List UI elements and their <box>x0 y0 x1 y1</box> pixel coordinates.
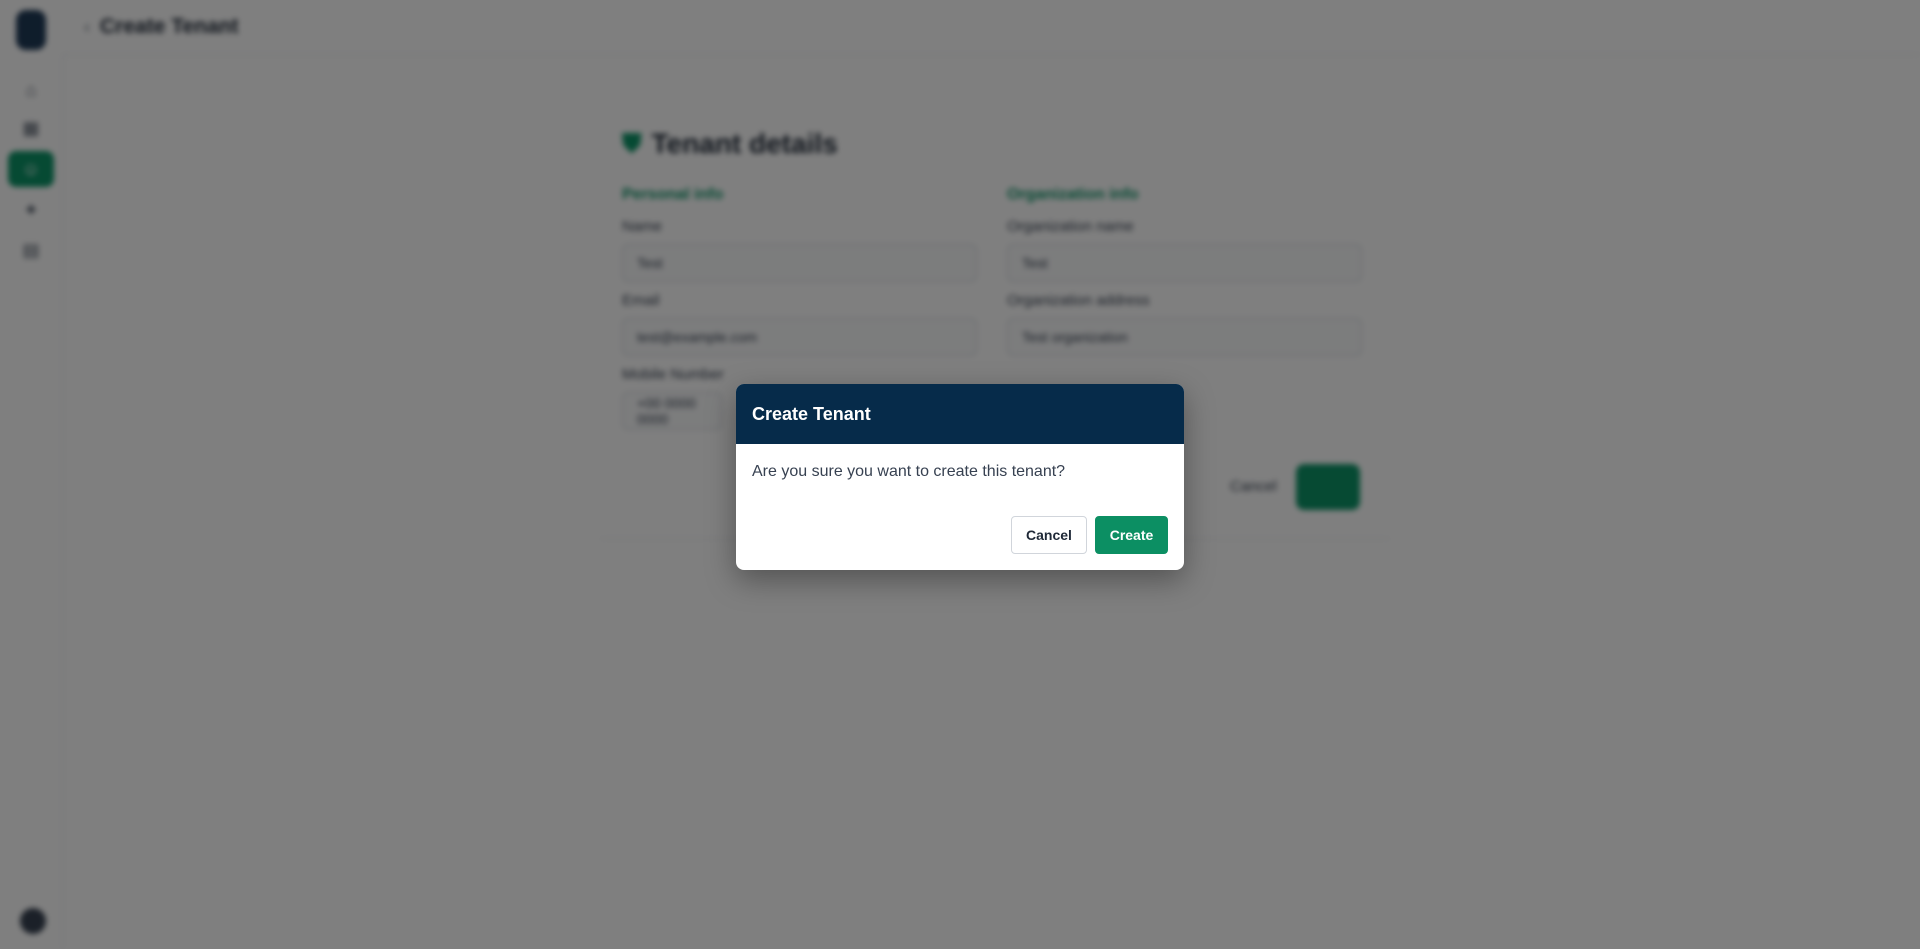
dialog-title: Create Tenant <box>752 403 871 424</box>
dialog-header: Create Tenant <box>736 384 1184 444</box>
cancel-button[interactable]: Cancel <box>1011 516 1087 554</box>
confirm-dialog: Create Tenant Are you sure you want to c… <box>736 384 1184 570</box>
dialog-message: Are you sure you want to create this ten… <box>752 463 1066 480</box>
create-button[interactable]: Create <box>1095 516 1168 554</box>
